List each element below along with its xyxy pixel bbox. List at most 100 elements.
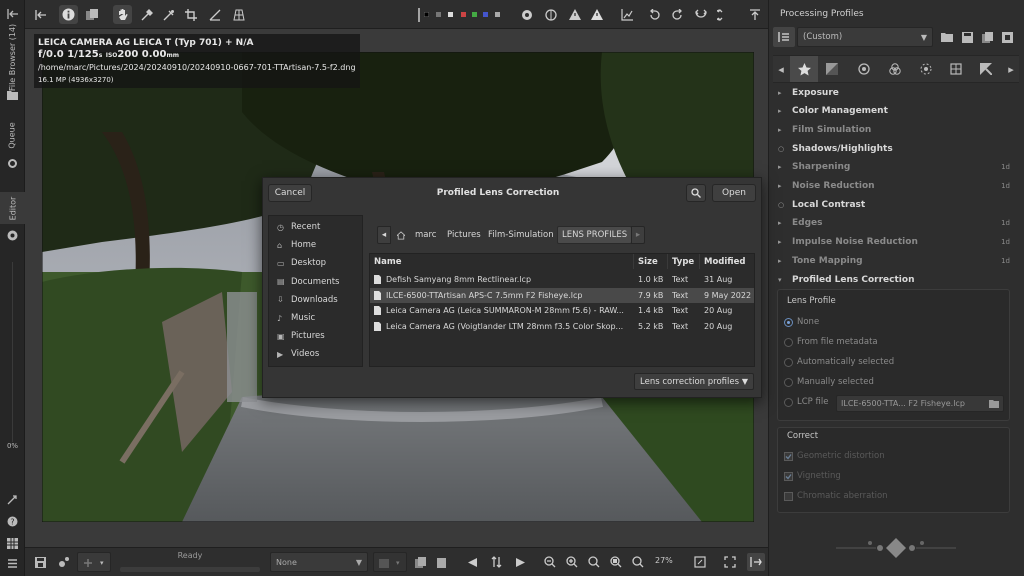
cancel-button[interactable]: Cancel bbox=[268, 184, 312, 202]
tool-section-header[interactable]: ○ Shadows/Highlights bbox=[778, 140, 1010, 157]
tool-section-header[interactable]: ▸ Sharpening 1d bbox=[778, 159, 1010, 176]
copy-to-clipboard-icon[interactable] bbox=[979, 29, 995, 45]
rotate-left-icon[interactable] bbox=[645, 5, 664, 24]
send-to-editor-icon[interactable] bbox=[57, 555, 71, 569]
tool-section-header[interactable]: ○ Local Contrast bbox=[778, 196, 1010, 213]
place-home[interactable]: ⌂ Home bbox=[277, 237, 316, 253]
file-row[interactable]: Leica Camera AG (Leica SUMMARON-M 28mm f… bbox=[370, 303, 754, 318]
place-music[interactable]: ♪ Music bbox=[277, 310, 315, 326]
queue-dropdown[interactable]: ▾ bbox=[77, 552, 111, 572]
profile-dropdown[interactable]: (Custom) ▼ bbox=[797, 27, 933, 47]
tab-transform-icon[interactable] bbox=[946, 60, 966, 78]
tab-queue[interactable]: Queue bbox=[0, 120, 25, 150]
radio-lcp-file[interactable]: LCP file bbox=[784, 397, 828, 407]
tab-exposure-icon[interactable] bbox=[822, 60, 842, 78]
tool-section-header[interactable]: ▸ Edges 1d bbox=[778, 215, 1010, 232]
collapse-left-icon[interactable] bbox=[31, 5, 50, 24]
tool-section-header[interactable]: ▸ Noise Reduction 1d bbox=[778, 178, 1010, 195]
place-videos[interactable]: ▶ Videos bbox=[277, 346, 319, 362]
open-profile-icon[interactable] bbox=[939, 29, 955, 45]
file-filter-dropdown[interactable]: Lens correction profiles ▼ bbox=[634, 373, 754, 390]
aperture-icon[interactable] bbox=[6, 229, 19, 242]
next-image-icon[interactable] bbox=[513, 555, 527, 569]
fullscreen-icon[interactable] bbox=[723, 555, 737, 569]
bg-grey-icon[interactable] bbox=[433, 5, 443, 24]
column-name[interactable]: Name bbox=[370, 254, 634, 269]
gear-icon[interactable] bbox=[6, 157, 19, 170]
open-button[interactable]: Open bbox=[712, 184, 756, 202]
tab-raw-icon[interactable] bbox=[976, 60, 996, 78]
column-size[interactable]: Size bbox=[634, 254, 668, 269]
previous-image-icon[interactable] bbox=[465, 555, 479, 569]
info-icon[interactable] bbox=[59, 5, 78, 24]
tool-section-header[interactable]: ▸ Film Simulation bbox=[778, 121, 1010, 138]
channel-green-icon[interactable] bbox=[469, 5, 479, 24]
color-picker-icon[interactable] bbox=[159, 5, 178, 24]
radio-none[interactable]: None bbox=[784, 317, 819, 327]
paste-profile-icon[interactable] bbox=[435, 555, 449, 569]
before-after-icon[interactable] bbox=[83, 5, 102, 24]
tag-dropdown[interactable]: ▾ bbox=[373, 552, 407, 572]
column-type[interactable]: Type bbox=[668, 254, 700, 269]
channel-red-icon[interactable] bbox=[458, 5, 468, 24]
straighten-icon[interactable] bbox=[205, 5, 224, 24]
tab-color-icon[interactable] bbox=[885, 60, 905, 78]
flip-horizontal-icon[interactable] bbox=[691, 5, 710, 24]
perspective-icon[interactable] bbox=[229, 5, 248, 24]
zoom-out-icon[interactable] bbox=[543, 555, 557, 569]
sync-icon[interactable] bbox=[489, 555, 503, 569]
checkbox-vignetting[interactable]: Vignetting bbox=[784, 471, 841, 481]
tab-file-browser[interactable]: File Browser (14) bbox=[0, 23, 25, 90]
save-icon[interactable] bbox=[33, 555, 47, 569]
flip-vertical-icon[interactable] bbox=[713, 5, 732, 24]
place-pictures[interactable]: ▣ Pictures bbox=[277, 328, 325, 344]
checkbox-geometric-distortion[interactable]: Geometric distortion bbox=[784, 451, 885, 461]
file-row[interactable]: ILCE-6500-TTArtisan APS-C 7.5mm F2 Fishe… bbox=[370, 287, 754, 303]
tool-section-header[interactable]: ▸ Impulse Noise Reduction 1d bbox=[778, 234, 1010, 251]
warning-highlights-icon[interactable] bbox=[587, 5, 606, 24]
radio-from-metadata[interactable]: From file metadata bbox=[784, 337, 878, 347]
chevron-right-icon[interactable]: ▸ bbox=[1006, 60, 1016, 78]
collapse-top-icon[interactable] bbox=[745, 5, 764, 24]
copy-profile-icon[interactable] bbox=[413, 555, 427, 569]
focus-mask-icon[interactable] bbox=[517, 5, 536, 24]
collapse-right-icon[interactable] bbox=[747, 553, 765, 571]
lcp-file-chooser[interactable]: ILCE-6500-TTA... F2 Fisheye.lcp bbox=[836, 395, 1004, 412]
crumb-film-simulation[interactable]: Film-Simulation bbox=[484, 226, 558, 244]
file-row[interactable]: Defish Samyang 8mm Rectlinear.lcp 1.0 kB T… bbox=[370, 272, 754, 287]
path-back-icon[interactable]: ◂ bbox=[377, 226, 391, 244]
zoom-in-icon[interactable] bbox=[565, 555, 579, 569]
warning-shadows-icon[interactable] bbox=[565, 5, 584, 24]
home-icon[interactable] bbox=[393, 226, 409, 244]
hand-tool-icon[interactable] bbox=[113, 5, 132, 24]
profile-list-icon[interactable] bbox=[773, 27, 795, 47]
place-downloads[interactable]: ⇩ Downloads bbox=[277, 292, 338, 308]
zoom-fit-icon[interactable] bbox=[609, 555, 623, 569]
crumb-marc[interactable]: marc bbox=[411, 226, 440, 244]
tool-section-header[interactable]: ▾ Profiled Lens Correction bbox=[778, 271, 1010, 288]
detail-window-icon[interactable] bbox=[693, 555, 707, 569]
path-forward-icon[interactable]: ▸ bbox=[631, 226, 645, 244]
folder-icon[interactable] bbox=[6, 88, 19, 101]
zoom-100-icon[interactable] bbox=[587, 555, 601, 569]
help-icon[interactable]: ? bbox=[5, 514, 20, 528]
preferences-icon[interactable] bbox=[5, 556, 20, 570]
channel-blue-icon[interactable] bbox=[480, 5, 490, 24]
rotate-right-icon[interactable] bbox=[667, 5, 686, 24]
place-documents[interactable]: ▤ Documents bbox=[277, 274, 339, 290]
tool-section-header[interactable]: ▸ Color Management bbox=[778, 103, 1010, 120]
tab-favorites-star-icon[interactable] bbox=[790, 56, 818, 82]
bg-black-icon[interactable] bbox=[421, 5, 431, 24]
tool-section-header[interactable]: ▸ Exposure bbox=[778, 84, 1010, 101]
tab-editor[interactable]: Editor bbox=[0, 192, 25, 224]
radio-manual[interactable]: Manually selected bbox=[784, 377, 874, 387]
crumb-pictures[interactable]: Pictures bbox=[443, 226, 485, 244]
tool-section-header[interactable]: ▸ Tone Mapping 1d bbox=[778, 252, 1010, 269]
history-icon[interactable] bbox=[5, 492, 20, 506]
white-balance-picker-icon[interactable] bbox=[137, 5, 156, 24]
save-profile-icon[interactable] bbox=[959, 29, 975, 45]
zoom-crop-icon[interactable] bbox=[631, 555, 645, 569]
hide-panel-icon[interactable] bbox=[5, 6, 20, 21]
chevron-left-icon[interactable]: ◂ bbox=[776, 60, 786, 78]
place-recent[interactable]: ◷ Recent bbox=[277, 219, 320, 235]
